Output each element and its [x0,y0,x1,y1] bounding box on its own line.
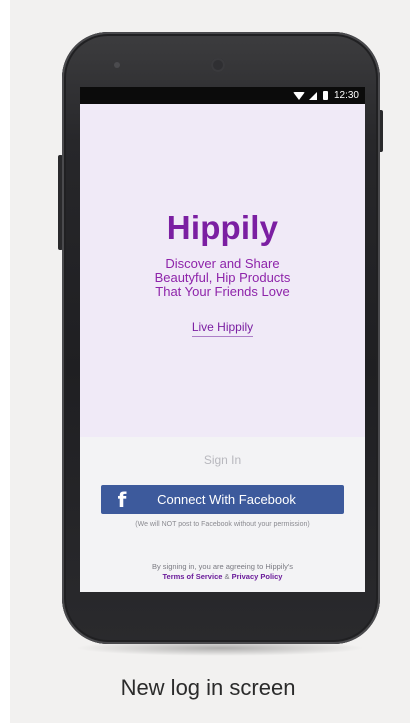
page-edge-left [0,0,10,723]
privacy-policy-link[interactable]: Privacy Policy [232,572,283,581]
facebook-permission-note: (We will NOT post to Facebook without yo… [135,521,310,528]
tagline-line-2: Beautyful, Hip Products [154,270,291,285]
live-hippily-link[interactable]: Live Hippily [191,320,254,337]
tagline-line-3: That Your Friends Love [155,284,290,299]
status-icons: 12:30 [292,89,359,102]
signin-label: Sign In [203,453,242,467]
phone-screen: 12:30 Hippily Discover and Share Beautyf… [80,87,365,592]
terms-of-service-link[interactable]: Terms of Service [163,572,223,581]
page-edge-right [410,0,416,723]
terms-notice: By signing in, you are agreeing to Hippi… [80,562,365,582]
app-title: Hippily [166,209,279,246]
terms-links: Terms of Service & Privacy Policy [80,572,365,582]
status-time: 12:30 [333,90,359,101]
sensor-dot [114,62,120,68]
terms-amp: & [224,572,230,581]
battery-icon [322,91,328,100]
mockup-caption: New log in screen [120,675,296,700]
camera-icon [211,58,225,72]
status-bar: 12:30 [80,87,365,104]
app-tagline: Discover and Share Beautyful, Hip Produc… [80,257,365,299]
signin-section: Sign In f Connect With Facebook (We will… [80,437,365,592]
connect-facebook-button[interactable]: f Connect With Facebook [101,485,344,514]
connect-facebook-label: Connect With Facebook [157,492,296,507]
tagline-line-1: Discover and Share [165,256,280,271]
wifi-icon [292,91,305,100]
live-hippily-container: Live Hippily [80,320,365,337]
signal-icon [308,91,317,100]
facebook-icon: f [117,487,127,512]
terms-prefix: By signing in, you are agreeing to Hippi… [151,562,294,571]
